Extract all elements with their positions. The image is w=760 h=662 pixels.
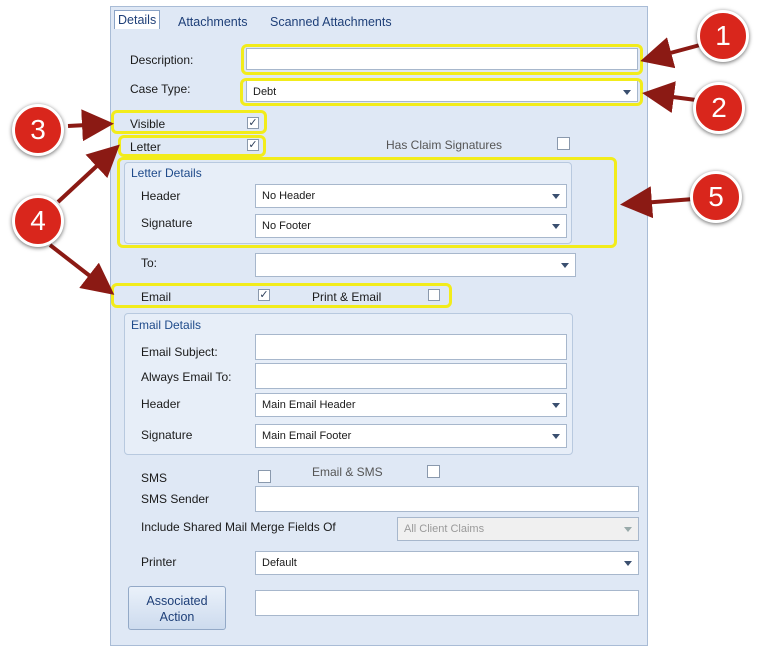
annotation-arrows [48,37,701,295]
callout-5: 5 [690,171,742,223]
callout-1: 1 [697,10,749,62]
callout-4: 4 [12,195,64,247]
callout-2: 2 [693,82,745,134]
callout-3: 3 [12,104,64,156]
